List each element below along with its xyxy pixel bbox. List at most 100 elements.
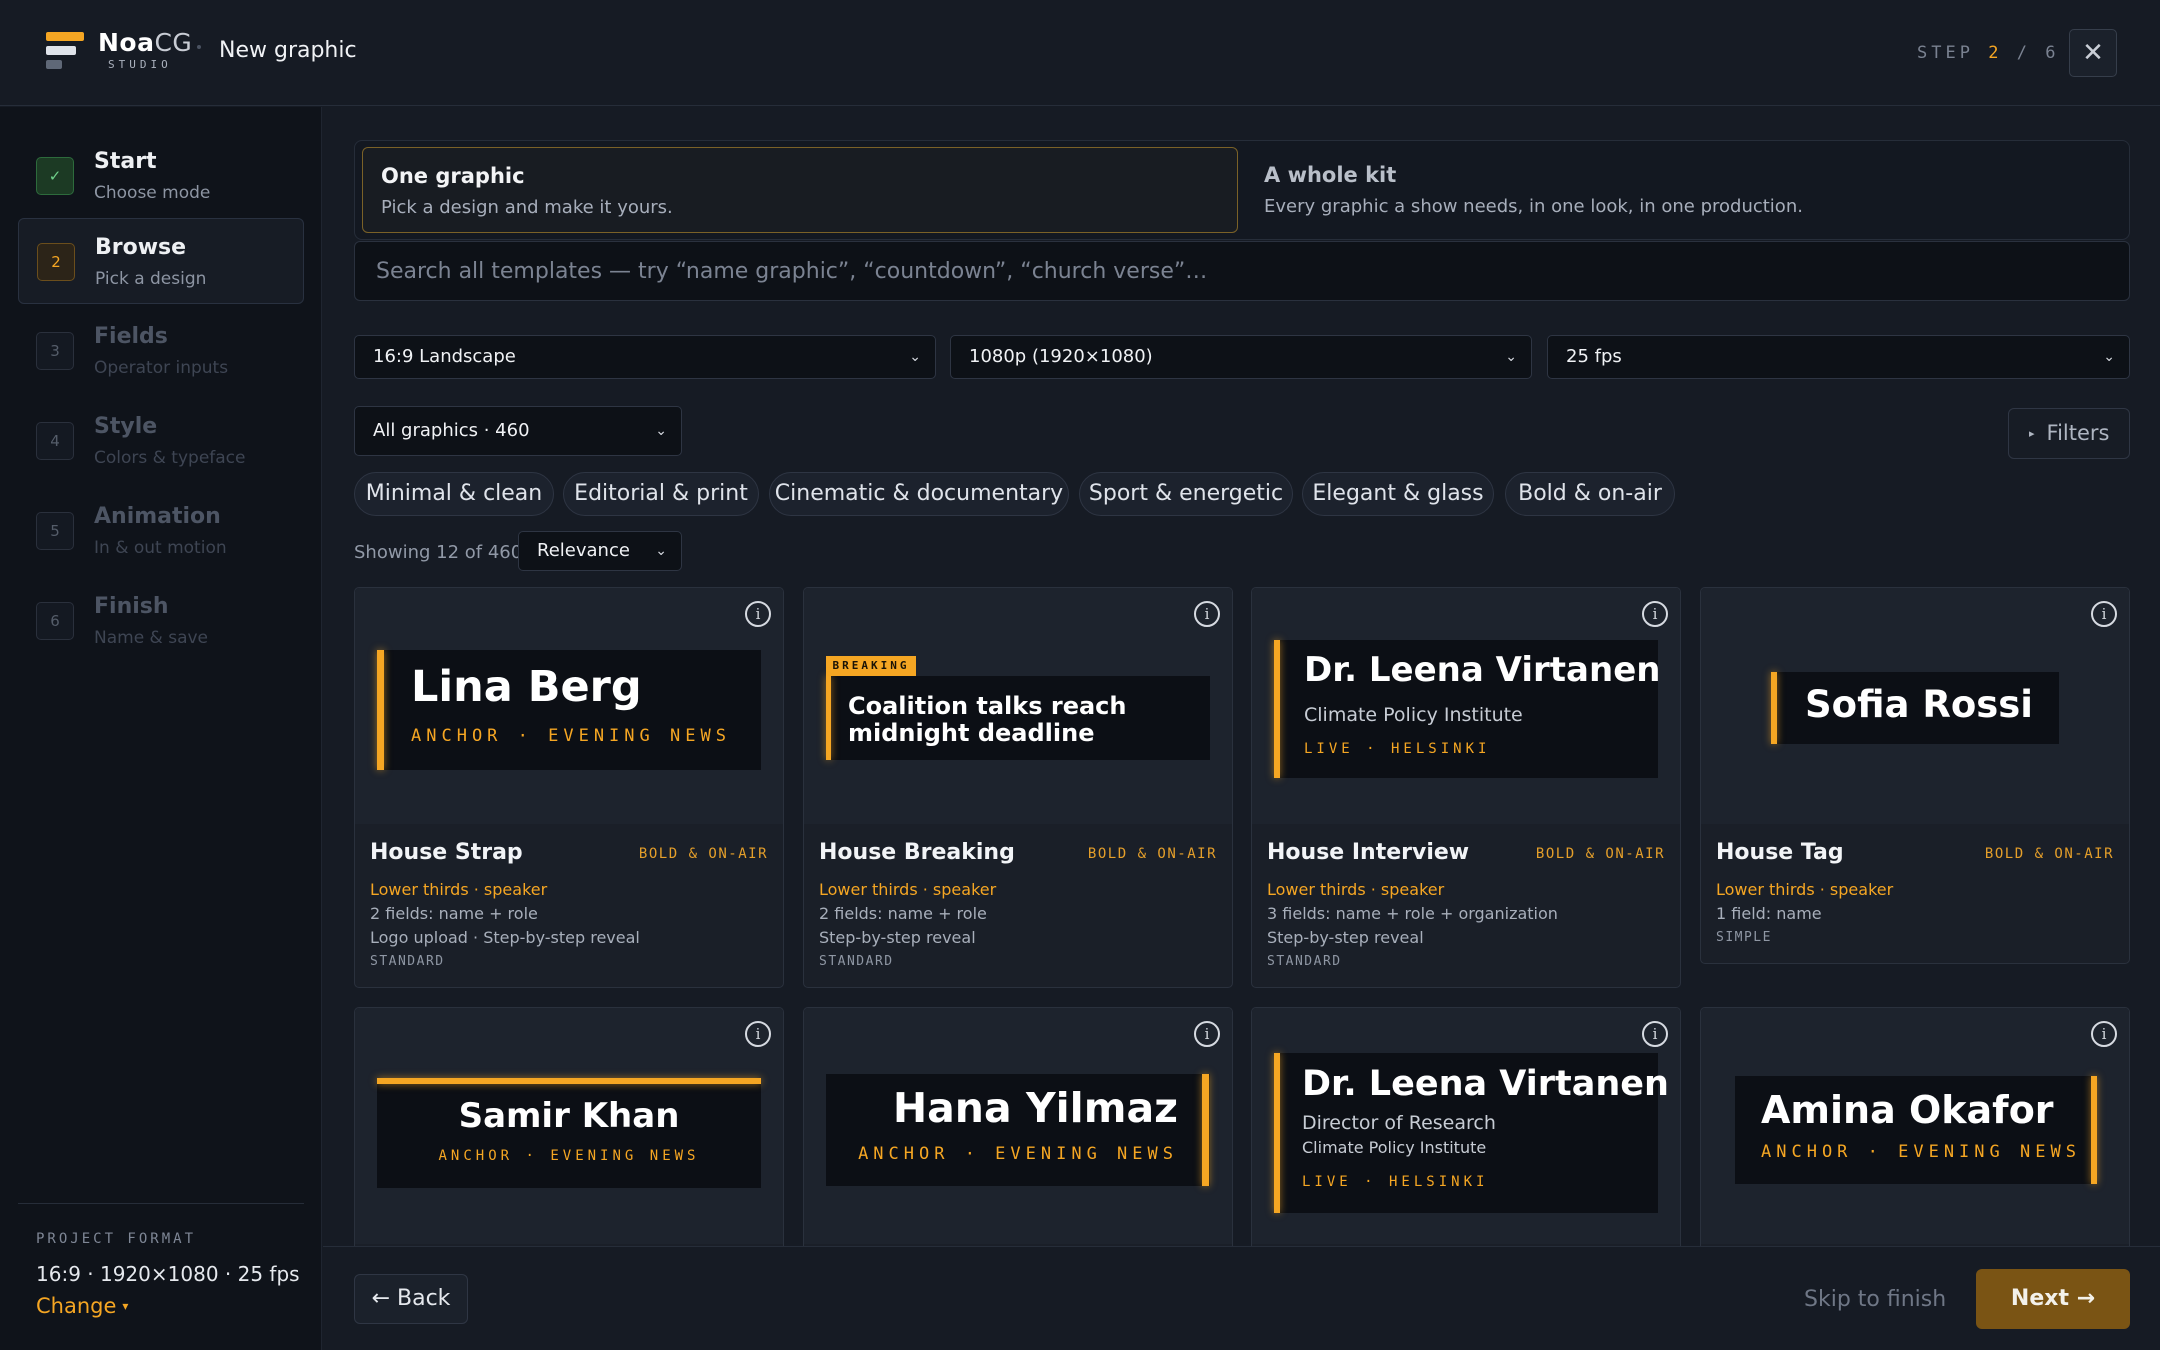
step-number: 4 (36, 422, 74, 460)
mode-description: Pick a design and make it yours. (381, 197, 673, 218)
template-tier: STANDARD (1267, 954, 1342, 969)
mode-whole-kit[interactable]: A whole kit Every graphic a show needs, … (1246, 147, 2122, 233)
template-card[interactable]: Dr. Leena Virtanen Director of Research … (1251, 1007, 1681, 1267)
check-icon: ✓ (36, 157, 74, 195)
template-features: Step-by-step reveal (819, 928, 976, 947)
template-category: Lower thirds · speaker (1716, 880, 1894, 899)
step-label: Animation (94, 504, 221, 529)
app-header: NoaCG STUDIO New graphic STEP 2 / 6 ✕ (0, 0, 2160, 106)
step-finish[interactable]: 6 Finish Name & save (18, 578, 304, 664)
info-icon[interactable]: i (2091, 1021, 2117, 1047)
template-card[interactable]: Samir Khan ANCHOR · EVENING NEWS i (354, 1007, 784, 1267)
template-fields: 1 field: name (1716, 904, 1822, 923)
step-number: 3 (36, 332, 74, 370)
template-card-house-breaking[interactable]: BREAKING Coalition talks reach midnight … (803, 587, 1233, 988)
template-name: House Breaking (819, 840, 1015, 865)
template-card-house-tag[interactable]: Sofia Rossi i House Tag BOLD & ON-AIR Lo… (1700, 587, 2130, 964)
filters-button[interactable]: ▸ Filters (2008, 408, 2130, 459)
preview-name: Amina Okafor (1761, 1088, 2054, 1132)
chip-editorial-print[interactable]: Editorial & print (563, 472, 759, 516)
template-card[interactable]: Amina Okafor ANCHOR · EVENING NEWS i (1700, 1007, 2130, 1267)
template-name: House Interview (1267, 840, 1470, 865)
step-label: Browse (95, 235, 187, 260)
graphic-preview: Hana Yilmaz ANCHOR · EVENING NEWS (804, 1008, 1232, 1244)
chip-minimal-clean[interactable]: Minimal & clean (354, 472, 554, 516)
mode-one-graphic[interactable]: One graphic Pick a design and make it yo… (362, 147, 1238, 233)
preview-organization: Climate Policy Institute (1302, 1138, 1487, 1157)
project-format-title: PROJECT FORMAT (36, 1231, 197, 1247)
step-animation[interactable]: 5 Animation In & out motion (18, 488, 304, 574)
skip-to-finish-link[interactable]: Skip to finish (1804, 1287, 1946, 1312)
preview-organization: Climate Policy Institute (1304, 704, 1523, 726)
fps-select[interactable]: 25 fps ⌄ (1547, 335, 2130, 379)
graphic-preview: Dr. Leena Virtanen Director of Research … (1252, 1008, 1680, 1244)
template-name: House Tag (1716, 840, 1844, 865)
chevron-down-icon: ⌄ (1505, 349, 1517, 365)
step-number: 5 (36, 512, 74, 550)
mode-title: A whole kit (1264, 163, 1397, 187)
template-category: Lower thirds · speaker (819, 880, 997, 899)
back-button[interactable]: ← Back (354, 1274, 468, 1324)
template-card-house-strap[interactable]: Lina Berg ANCHOR · EVENING NEWS i House … (354, 587, 784, 988)
info-icon[interactable]: i (1642, 601, 1668, 627)
template-card[interactable]: Hana Yilmaz ANCHOR · EVENING NEWS i (803, 1007, 1233, 1267)
preview-headline-2: midnight deadline (848, 719, 1095, 747)
template-fields: 2 fields: name + role (819, 904, 987, 923)
template-style-tag: BOLD & ON-AIR (1984, 846, 2114, 862)
step-label: Style (94, 414, 158, 439)
step-fields[interactable]: 3 Fields Operator inputs (18, 308, 304, 394)
chip-bold-on-air[interactable]: Bold & on-air (1505, 472, 1675, 516)
chevron-down-icon: ⌄ (655, 543, 667, 559)
template-name: House Strap (370, 840, 523, 865)
brand-subtitle: STUDIO (108, 58, 172, 71)
info-icon[interactable]: i (1642, 1021, 1668, 1047)
preview-name: Samir Khan (458, 1096, 680, 1136)
aspect-select[interactable]: 16:9 Landscape ⌄ (354, 335, 936, 379)
template-style-tag: BOLD & ON-AIR (1087, 846, 1217, 862)
preview-location: LIVE · HELSINKI (1304, 741, 1491, 757)
graphic-preview: Dr. Leena Virtanen Climate Policy Instit… (1252, 588, 1680, 824)
info-icon[interactable]: i (2091, 601, 2117, 627)
graphic-preview: BREAKING Coalition talks reach midnight … (804, 588, 1232, 824)
template-tier: SIMPLE (1716, 930, 1772, 945)
mode-toggle: One graphic Pick a design and make it yo… (354, 140, 2130, 240)
preview-role: ANCHOR · EVENING NEWS (411, 726, 731, 746)
divider (18, 1203, 304, 1204)
template-card-house-interview[interactable]: Dr. Leena Virtanen Climate Policy Instit… (1251, 587, 1681, 988)
step-style[interactable]: 4 Style Colors & typeface (18, 398, 304, 484)
close-icon: ✕ (2082, 38, 2104, 68)
close-button[interactable]: ✕ (2069, 29, 2117, 77)
chip-sport-energetic[interactable]: Sport & energetic (1079, 472, 1293, 516)
breaking-badge: BREAKING (826, 656, 916, 676)
caret-down-icon: ▾ (122, 1299, 129, 1313)
preview-location: LIVE · HELSINKI (1302, 1174, 1489, 1190)
step-sublabel: Operator inputs (94, 358, 229, 378)
resolution-select[interactable]: 1080p (1920×1080) ⌄ (950, 335, 1532, 379)
category-select[interactable]: All graphics · 460 ⌄ (354, 406, 682, 456)
sort-select[interactable]: Relevance ⌄ (518, 531, 682, 571)
preview-headline-1: Coalition talks reach (848, 692, 1127, 720)
step-number: 2 (37, 243, 75, 281)
info-icon[interactable]: i (745, 1021, 771, 1047)
brand-name: NoaCG (98, 28, 193, 57)
chevron-down-icon: ⌄ (2103, 349, 2115, 365)
template-tier: STANDARD (370, 954, 445, 969)
info-icon[interactable]: i (1194, 1021, 1220, 1047)
template-category: Lower thirds · speaker (1267, 880, 1445, 899)
step-label: Finish (94, 594, 169, 619)
change-format-link[interactable]: Change ▾ (36, 1294, 128, 1318)
info-icon[interactable]: i (745, 601, 771, 627)
chip-cinematic-documentary[interactable]: Cinematic & documentary (769, 472, 1069, 516)
template-search-input[interactable] (354, 241, 2130, 301)
step-start[interactable]: ✓ Start Choose mode (18, 133, 304, 219)
step-browse[interactable]: 2 Browse Pick a design (18, 218, 304, 304)
step-sublabel: Choose mode (94, 183, 211, 203)
preview-role: ANCHOR · EVENING NEWS (438, 1148, 700, 1164)
wizard-sidebar: ✓ Start Choose mode 2 Browse Pick a desi… (0, 107, 322, 1350)
next-button[interactable]: Next → (1976, 1269, 2130, 1329)
template-fields: 3 fields: name + role + organization (1267, 904, 1558, 923)
chip-elegant-glass[interactable]: Elegant & glass (1302, 472, 1494, 516)
step-sublabel: In & out motion (94, 538, 227, 558)
info-icon[interactable]: i (1194, 601, 1220, 627)
wizard-footer: ← Back Skip to finish Next → (323, 1246, 2160, 1350)
